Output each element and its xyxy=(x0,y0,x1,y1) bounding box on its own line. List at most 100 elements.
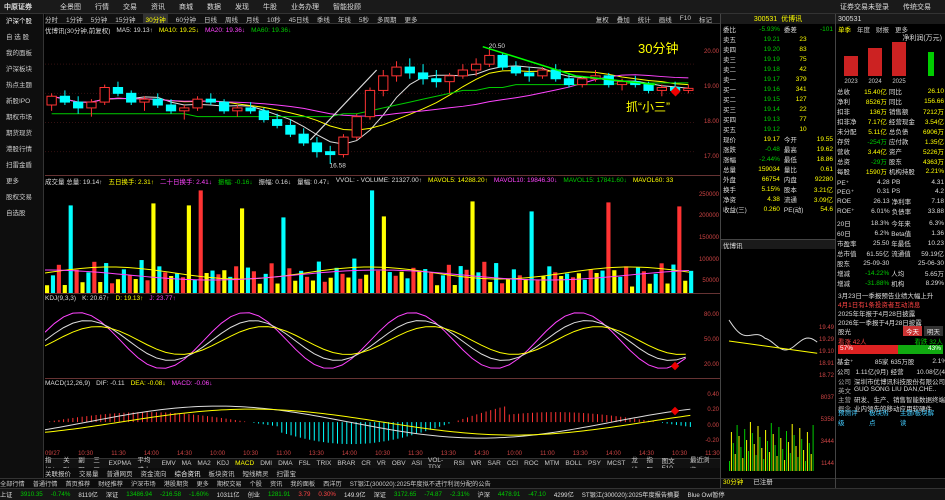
period-tab[interactable]: 多周期 xyxy=(377,14,397,24)
period-tab[interactable]: 60分钟 xyxy=(176,14,196,24)
sidebar-item[interactable]: 股权交易 xyxy=(0,190,43,206)
indicator-tab[interactable]: KDJ xyxy=(217,460,229,467)
indicator-tab[interactable]: CCI xyxy=(507,460,518,467)
news-item[interactable]: 4月1日有1条投资者互动消息 xyxy=(836,299,945,308)
rp-tab[interactable]: 更多 xyxy=(895,24,908,34)
menu-item-4[interactable]: 商城 xyxy=(179,2,193,12)
menu-item-9[interactable]: 智能投顾 xyxy=(333,2,361,12)
period-tab[interactable]: 分时 xyxy=(45,14,58,24)
sidebar-item[interactable]: 沪深个股 xyxy=(0,14,43,30)
rp-tab[interactable]: 年度 xyxy=(857,24,870,34)
indicator-tab[interactable]: PSY xyxy=(588,460,601,467)
bottom-tab[interactable]: 板块资讯 xyxy=(209,468,235,478)
sidebar-item[interactable]: 扫雷金盾 xyxy=(0,158,43,174)
rp-link[interactable]: 主题/板块解读 xyxy=(900,407,939,427)
sidebar-item[interactable]: 期权市场 xyxy=(0,110,43,126)
sentiment-today-button[interactable]: 今天 xyxy=(903,326,922,336)
news-item[interactable]: 3月23日一季报预告业绩大幅上升 xyxy=(836,290,945,299)
chart-tool[interactable]: 叠加 xyxy=(617,14,630,24)
ticker-item[interactable]: ST银江(300020):2025年度拟不进行利润分配的公告 xyxy=(350,479,491,488)
bottom-tab[interactable]: 扫雷宝 xyxy=(277,468,297,478)
bottom-tab[interactable]: 交易量 xyxy=(79,468,99,478)
menu-item-6[interactable]: 发现 xyxy=(235,2,249,12)
chart-tool[interactable]: 复权 xyxy=(596,14,609,24)
sidebar-item[interactable]: 新股IPO xyxy=(0,94,43,110)
ticker-item[interactable]: 全部行情 xyxy=(0,479,25,488)
bottom-tab[interactable]: 关联报价 xyxy=(45,468,71,478)
menu-item-5[interactable]: 数据 xyxy=(207,2,221,12)
sidebar-item[interactable]: 热点主题 xyxy=(0,78,43,94)
sidebar-item[interactable]: 港股行情 xyxy=(0,142,43,158)
ticker-item[interactable]: 资讯 xyxy=(270,479,282,488)
rp-tab[interactable]: 财报 xyxy=(876,24,889,34)
candlestick-chart[interactable]: 20.50 16.58 xyxy=(45,35,720,175)
period-tab[interactable]: 更多 xyxy=(405,14,418,24)
mini-intraday-chart[interactable]: 19.49 19.29 19.10 18.91 18.72 8037 5358 3444 114… xyxy=(721,249,836,474)
indicator-tab[interactable]: MCST xyxy=(607,460,625,467)
volume-chart[interactable] xyxy=(45,185,720,293)
indicator-tab[interactable]: ROC xyxy=(524,460,538,467)
top-right-item-1[interactable]: 传统交易 xyxy=(903,2,931,12)
sentiment-tomorrow-button[interactable]: 明天 xyxy=(924,326,943,336)
ticker-item[interactable]: 沪深市场 xyxy=(131,479,156,488)
mini-period-label[interactable]: 30分钟 xyxy=(723,476,743,486)
period-tab[interactable]: 日线 xyxy=(204,14,217,24)
ticker-item[interactable]: 我的面板 xyxy=(290,479,315,488)
sidebar-item[interactable]: 期货现货 xyxy=(0,126,43,142)
indicator-tab[interactable]: MACD xyxy=(235,460,254,467)
bottom-tab[interactable]: 综合资讯 xyxy=(175,468,201,478)
ticker-item[interactable]: 期权交易 xyxy=(217,479,242,488)
ticker-item[interactable]: 普通行情 xyxy=(33,479,58,488)
indicator-tab[interactable]: EXPMA xyxy=(109,460,132,467)
menu-item-8[interactable]: 业务办理 xyxy=(291,2,319,12)
rp-tab[interactable]: 单季 xyxy=(838,24,851,34)
menu-item-2[interactable]: 交易 xyxy=(123,2,137,12)
indicator-tab[interactable]: SAR xyxy=(487,460,500,467)
period-tab[interactable]: 5分钟 xyxy=(91,14,108,24)
indicator-tab[interactable]: OBV xyxy=(392,460,406,467)
news-item[interactable]: 2025年年报于4月28日披露 xyxy=(836,308,945,317)
rp-link[interactable]: 预测评级 xyxy=(838,407,863,427)
period-tab[interactable]: 15分钟 xyxy=(115,14,135,24)
period-tab[interactable]: 10秒 xyxy=(267,14,281,24)
indicator-tab[interactable]: MA2 xyxy=(197,460,210,467)
ticker-item[interactable]: 财经推荐 xyxy=(98,479,123,488)
sidebar-item[interactable]: 沪深板块 xyxy=(0,62,43,78)
menu-item-7[interactable]: 牛股 xyxy=(263,2,277,12)
indicator-tab[interactable]: BRAR xyxy=(337,460,355,467)
indicator-tab[interactable]: ASI xyxy=(412,460,422,467)
sidebar-item[interactable]: 更多 xyxy=(0,174,43,190)
indicator-tab[interactable]: TRIX xyxy=(317,460,332,467)
period-tab[interactable]: 月线 xyxy=(246,14,259,24)
period-tab[interactable]: 30分钟 xyxy=(143,13,168,24)
top-right-item-0[interactable]: 证券交易未登录 xyxy=(840,2,889,12)
indicator-tab[interactable]: EMV xyxy=(162,460,176,467)
indicator-tab[interactable]: BOLL xyxy=(565,460,582,467)
bottom-tab[interactable]: 短线精灵 xyxy=(243,468,269,478)
sidebar-item[interactable]: 自选股 xyxy=(0,206,43,222)
indicator-tab[interactable]: CR xyxy=(361,460,370,467)
indicator-tab[interactable]: RSI xyxy=(454,460,465,467)
sidebar-item[interactable]: 自 选 股 xyxy=(0,30,43,46)
ticker-item[interactable]: 个股 xyxy=(250,479,262,488)
bottom-tab[interactable]: 资金流向 xyxy=(141,468,167,478)
indicator-tab[interactable]: MA xyxy=(182,460,192,467)
chart-tool[interactable]: 画线 xyxy=(659,14,672,24)
news-item[interactable]: 2026年一季报于4月28日披露 xyxy=(836,317,945,326)
indicator-tab[interactable]: DMA xyxy=(278,460,292,467)
indicator-tab[interactable]: DMI xyxy=(260,460,272,467)
menu-item-1[interactable]: 行情 xyxy=(95,2,109,12)
menu-item-3[interactable]: 资讯 xyxy=(151,2,165,12)
ticker-item[interactable]: 更多 xyxy=(197,479,209,488)
indicator-tab[interactable]: FSL xyxy=(299,460,311,467)
ticker-item[interactable]: 港股期货 xyxy=(164,479,189,488)
indicator-tab[interactable]: WR xyxy=(471,460,482,467)
rp-link[interactable]: 板块热点 xyxy=(869,407,894,427)
menu-item-0[interactable]: 全景图 xyxy=(60,2,81,12)
period-tab[interactable]: 45日线 xyxy=(289,14,309,24)
period-tab[interactable]: 1分钟 xyxy=(66,14,83,24)
macd-chart[interactable] xyxy=(45,388,720,450)
bottom-tab[interactable]: 普通网页 xyxy=(107,468,133,478)
chart-tool[interactable]: F10 xyxy=(680,15,691,22)
period-tab[interactable]: 季线 xyxy=(317,14,330,24)
